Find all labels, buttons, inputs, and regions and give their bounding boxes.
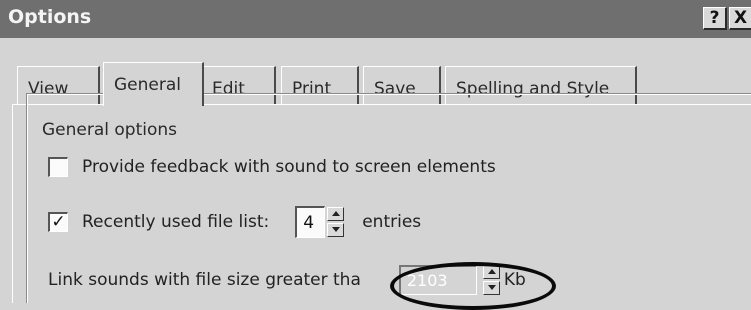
feedback-sound-label: Provide feedback with sound to screen el… bbox=[82, 157, 496, 177]
recent-files-checkbox[interactable]: ✓ bbox=[48, 212, 68, 232]
feedback-sound-checkbox[interactable] bbox=[48, 157, 68, 177]
spin-down-icon[interactable] bbox=[327, 223, 345, 237]
window-title: Options bbox=[8, 6, 92, 28]
recent-files-label: Recently used file list: bbox=[82, 212, 270, 232]
spin-up-icon[interactable] bbox=[327, 207, 345, 221]
help-button[interactable]: ? bbox=[703, 7, 727, 30]
title-bar: Options ? X bbox=[0, 0, 751, 39]
recent-files-count-input[interactable]: 4 bbox=[295, 206, 326, 238]
recent-files-spinner bbox=[327, 207, 345, 237]
recent-files-row: ✓ Recently used file list: 4 entries bbox=[48, 206, 421, 238]
recent-files-suffix: entries bbox=[362, 212, 422, 232]
general-options-title: General options bbox=[38, 120, 182, 140]
close-button[interactable]: X bbox=[729, 7, 751, 30]
tab-general[interactable]: General bbox=[103, 62, 204, 106]
feedback-sound-row: Provide feedback with sound to screen el… bbox=[48, 157, 496, 177]
link-sounds-label: Link sounds with file size greater tha bbox=[48, 270, 361, 290]
